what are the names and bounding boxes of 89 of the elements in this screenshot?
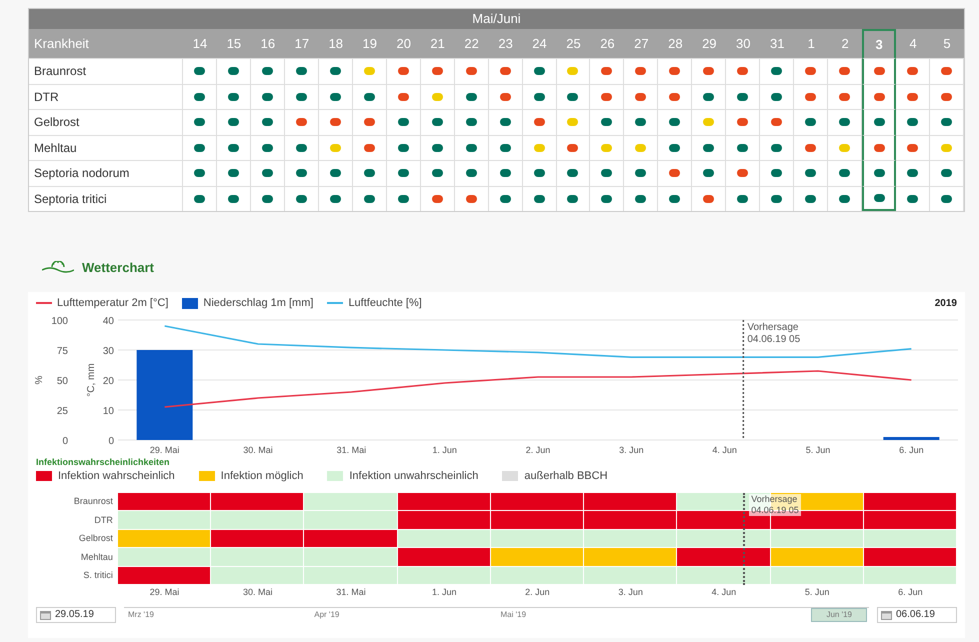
axis-tick-label: 5. Jun xyxy=(806,445,830,455)
axis-tick-label: 3. Jun xyxy=(617,586,644,599)
navigator-month: Mai '19 xyxy=(500,609,526,622)
disease-name: Gelbrost xyxy=(29,109,183,134)
day-header[interactable]: 30 xyxy=(726,29,760,58)
navigator-month: Apr '19 xyxy=(314,609,340,622)
axis-tick-label: 30. Mai xyxy=(242,586,274,599)
axis-tick-label: 0 xyxy=(108,436,114,447)
section-title: Wetterchart xyxy=(82,259,154,278)
axis-tick-label: 3. Jun xyxy=(619,445,644,455)
axis-tick-label: 0 xyxy=(62,436,68,447)
axis-tick-label: 1. Jun xyxy=(430,586,458,599)
day-header[interactable]: 15 xyxy=(216,29,251,58)
legend-label[interactable]: Niederschlag 1m [mm] xyxy=(203,294,314,312)
start-date-field[interactable]: 29.05.19 xyxy=(36,606,116,623)
day-header[interactable]: 25 xyxy=(556,29,590,58)
axis-tick-label: 30. Mai xyxy=(243,445,273,455)
month-header: Mai/Juni xyxy=(29,9,964,29)
day-header[interactable]: 2 xyxy=(828,29,862,58)
day-header[interactable]: 21 xyxy=(420,29,455,58)
row-label: Braunrost xyxy=(72,495,114,508)
day-header[interactable]: 29 xyxy=(692,29,726,58)
row-label: S. tritici xyxy=(82,569,114,582)
disease-name: Septoria nodorum xyxy=(29,160,183,186)
day-header[interactable]: 16 xyxy=(250,29,285,58)
legend-label[interactable]: Infektion wahrscheinlich xyxy=(58,468,175,484)
day-header[interactable]: 23 xyxy=(488,29,523,58)
day-header[interactable]: 14 xyxy=(183,29,217,58)
axis-tick-label: 6. Jun xyxy=(897,586,924,599)
axis-tick-label: 2. Jun xyxy=(524,586,551,599)
axis-tick-label: 31. Mai xyxy=(336,445,366,455)
disease-name: Braunrost xyxy=(29,58,183,84)
axis-title: °C, mm xyxy=(86,363,97,397)
forecast-date: 04.06.19 05 xyxy=(751,505,799,516)
legend-label[interactable]: außerhalb BBCH xyxy=(524,468,608,484)
forecast-label: Vorhersage 04.06.19 05 xyxy=(747,322,800,345)
axis-tick-label: 29. Mai xyxy=(148,586,180,599)
day-header[interactable]: 22 xyxy=(454,29,489,58)
axis-tick-label: 40 xyxy=(102,316,114,327)
row-label: Mehltau xyxy=(80,550,114,564)
axis-tick-label: 30 xyxy=(102,346,114,357)
range-navigator[interactable]: Mrz '19 Apr '19 Mai '19 Jun '19 xyxy=(124,606,869,623)
axis-tick-label: 5. Jun xyxy=(804,586,830,599)
axis-tick-label: 29. Mai xyxy=(150,445,180,455)
section-title: Infektionswahrscheinlichkeiten xyxy=(36,456,171,468)
end-date-field[interactable]: 06.06.19 xyxy=(877,606,957,623)
axis-tick-label: 6. Jun xyxy=(899,445,924,455)
day-header[interactable]: 24 xyxy=(522,29,557,58)
axis-tick-label: 4. Jun xyxy=(710,586,738,599)
day-header[interactable]: 20 xyxy=(386,29,421,58)
legend-label[interactable]: Infektion möglich xyxy=(220,468,304,484)
legend-label[interactable]: Infektion unwahrscheinlich xyxy=(349,468,478,484)
column-header: Krankheit xyxy=(33,34,90,53)
day-header[interactable]: 4 xyxy=(896,29,930,58)
axis-tick-label: 25 xyxy=(56,406,68,417)
day-header[interactable]: 18 xyxy=(318,29,353,58)
disease-name: Septoria tritici xyxy=(29,186,183,211)
year-label: 2019 xyxy=(934,296,957,310)
day-header[interactable]: 19 xyxy=(352,29,387,58)
day-header[interactable]: 1 xyxy=(794,29,828,58)
axis-tick-label: 1. Jun xyxy=(432,445,457,455)
day-header[interactable]: 27 xyxy=(624,29,658,58)
axis-tick-label: 20 xyxy=(102,376,114,387)
row-label: Gelbrost xyxy=(78,532,114,546)
calendar-icon xyxy=(40,610,51,620)
day-header[interactable]: 17 xyxy=(284,29,319,58)
forecast-label: Vorhersage xyxy=(751,494,798,505)
legend-label[interactable]: Luftfeuchte [%] xyxy=(348,294,422,312)
disease-name: DTR xyxy=(29,84,183,109)
day-header[interactable]: 31 xyxy=(760,29,794,58)
day-header[interactable]: 5 xyxy=(930,29,964,58)
axis-tick-label: 4. Jun xyxy=(712,445,737,455)
axis-tick-label: 31. Mai xyxy=(335,586,367,599)
row-label: DTR xyxy=(93,514,114,527)
axis-tick-label: 100 xyxy=(51,316,68,327)
day-header[interactable]: 26 xyxy=(590,29,624,58)
navigator-month: Mrz '19 xyxy=(128,609,154,622)
axis-tick-label: 10 xyxy=(102,406,114,417)
day-header[interactable]: 28 xyxy=(658,29,692,58)
disease-name: Mehltau xyxy=(29,134,183,160)
weather-icon xyxy=(42,261,74,275)
axis-tick-label: 50 xyxy=(56,376,68,387)
axis-title: % xyxy=(34,376,45,384)
legend-label[interactable]: Lufttemperatur 2m [°C] xyxy=(57,294,168,312)
axis-tick-label: 2. Jun xyxy=(526,445,550,455)
precipitation-bar xyxy=(883,437,940,440)
navigator-month: Jun '19 xyxy=(811,608,867,622)
axis-tick-label: 75 xyxy=(56,346,68,357)
calendar-icon xyxy=(881,610,892,620)
